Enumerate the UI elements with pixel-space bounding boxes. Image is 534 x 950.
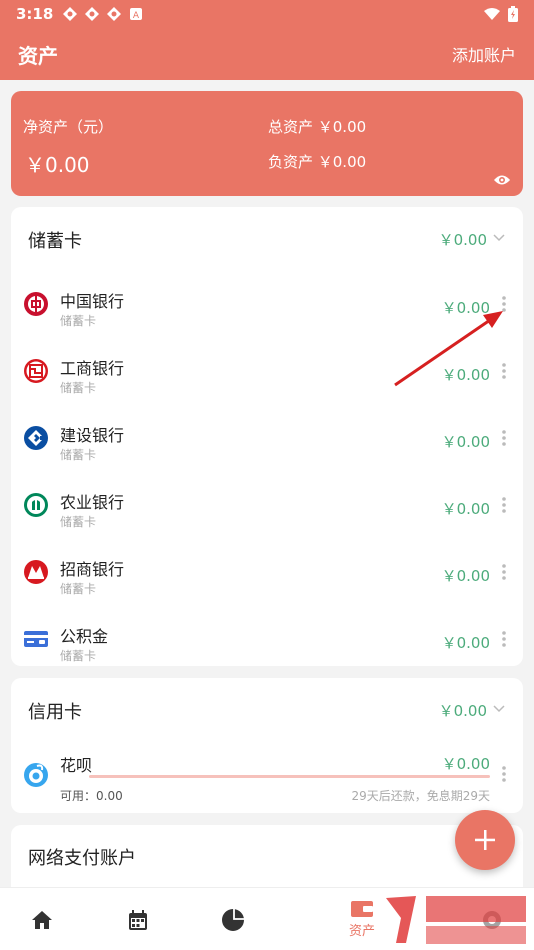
account-amount: ￥0.00 [441, 634, 490, 652]
credit-card-section: 信用卡 ￥0.00 花呗 ￥0.00 可用：0.00 29天后还款，免息期29天 [11, 678, 523, 813]
total-asset-label: 总资产 ￥0.00 [268, 118, 367, 136]
account-amount: ￥0.00 [441, 433, 490, 451]
more-icon[interactable] [501, 630, 507, 648]
list-item[interactable]: 工商银行 储蓄卡 ￥0.00 [11, 336, 523, 403]
list-item[interactable]: 中国银行 储蓄卡 ￥0.00 [11, 269, 523, 336]
account-amount: ￥0.00 [441, 500, 490, 518]
list-item[interactable]: 建设银行 储蓄卡 ￥0.00 [11, 403, 523, 470]
list-item[interactable]: 农业银行 储蓄卡 ￥0.00 [11, 470, 523, 537]
ccb-icon [24, 426, 48, 450]
status-bar: 3:18 A [0, 0, 534, 28]
home-icon [32, 910, 52, 929]
notification-icon [63, 7, 78, 21]
savings-card: 储蓄卡 ￥0.00 中国银行 储蓄卡 ￥0.00 工商银行 储蓄卡 ￥0.00 [11, 207, 523, 666]
chevron-down-icon[interactable] [493, 705, 505, 713]
list-item[interactable]: 公积金 储蓄卡 ￥0.00 [11, 604, 523, 671]
nav-statistics[interactable] [193, 888, 273, 950]
pie-chart-icon [222, 908, 244, 931]
wifi-icon [484, 8, 500, 20]
watermark-logo [376, 888, 534, 950]
battery-icon [508, 6, 518, 22]
account-name: 中国银行 [60, 292, 125, 311]
account-type: 储蓄卡 [60, 582, 97, 596]
account-amount: ￥0.00 [441, 567, 490, 585]
account-amount: ￥0.00 [441, 755, 490, 773]
boc-icon [24, 292, 48, 316]
more-icon[interactable] [501, 765, 507, 783]
account-type: 储蓄卡 [60, 381, 97, 395]
add-account-button[interactable]: 添加账户 [452, 42, 516, 66]
savings-title: 储蓄卡 [28, 231, 82, 252]
eye-icon[interactable] [493, 174, 511, 186]
huabei-icon [24, 763, 48, 787]
account-type: 储蓄卡 [60, 448, 97, 462]
list-item[interactable]: 花呗 ￥0.00 可用：0.00 29天后还款，免息期29天 [11, 740, 523, 810]
add-fab-button[interactable] [455, 810, 515, 870]
page-title: 资产 [18, 43, 58, 68]
chevron-down-icon[interactable] [493, 234, 505, 242]
repay-info: 29天后还款，免息期29天 [351, 789, 490, 803]
account-type: 储蓄卡 [60, 314, 97, 328]
notification-icon [107, 7, 122, 21]
account-name: 建设银行 [60, 426, 125, 445]
svg-text:A: A [133, 11, 140, 21]
card-icon [24, 631, 48, 647]
nav-calendar[interactable] [98, 888, 178, 950]
net-asset-value: ￥0.00 [25, 153, 90, 177]
status-time: 3:18 [16, 5, 54, 23]
credit-total: ￥0.00 [438, 702, 487, 720]
account-amount: ￥0.00 [441, 366, 490, 384]
account-type: 储蓄卡 [60, 515, 97, 529]
available-credit: 可用：0.00 [60, 789, 123, 803]
account-name: 花呗 [60, 756, 93, 775]
notification-icon [85, 7, 100, 21]
cmb-icon [24, 560, 48, 584]
account-type: 储蓄卡 [60, 649, 97, 663]
credit-title: 信用卡 [28, 702, 82, 723]
account-name: 农业银行 [60, 493, 125, 512]
credit-usage-bar [89, 775, 490, 778]
abc-icon [24, 493, 48, 517]
more-icon[interactable] [501, 429, 507, 447]
wallet-icon [351, 901, 373, 917]
more-icon[interactable] [501, 496, 507, 514]
more-icon[interactable] [501, 295, 507, 313]
app-bar: 资产 添加账户 [0, 28, 534, 80]
savings-total: ￥0.00 [438, 231, 487, 249]
more-icon[interactable] [501, 362, 507, 380]
app-notification-icon: A [130, 8, 143, 21]
net-asset-label: 净资产（元） [23, 118, 114, 136]
more-icon[interactable] [501, 563, 507, 581]
list-item[interactable]: 招商银行 储蓄卡 ￥0.00 [11, 537, 523, 604]
plus-icon [475, 830, 495, 850]
nav-home[interactable] [2, 888, 82, 950]
account-name: 工商银行 [60, 359, 125, 378]
account-name: 招商银行 [60, 560, 125, 579]
icbc-icon [24, 359, 48, 383]
asset-summary-card: 净资产（元） ￥0.00 总资产 ￥0.00 负资产 ￥0.00 [11, 91, 523, 196]
account-amount: ￥0.00 [441, 299, 490, 317]
nav-assets-label: 资产 [348, 924, 375, 939]
debt-asset-label: 负资产 ￥0.00 [268, 153, 367, 171]
calendar-icon [129, 909, 147, 930]
account-name: 公积金 [60, 627, 109, 646]
online-title: 网络支付账户 [28, 848, 136, 869]
